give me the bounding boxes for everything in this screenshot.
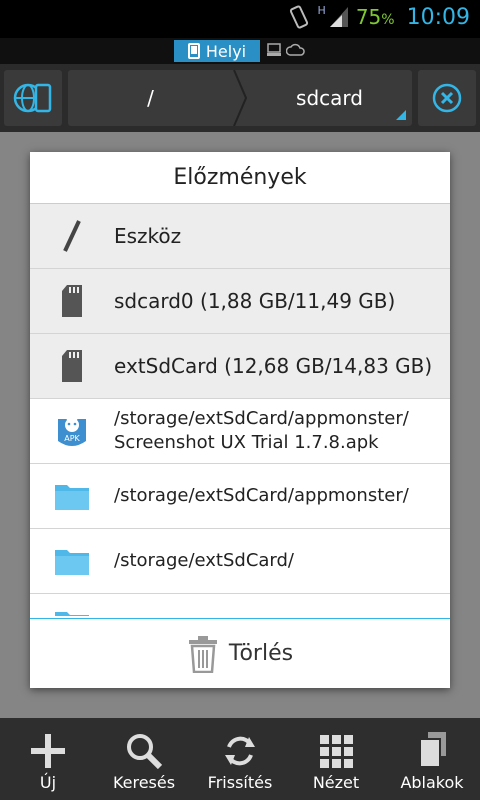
- clear-history-button[interactable]: Törlés: [30, 618, 450, 688]
- apk-icon: APK: [58, 416, 86, 446]
- windows-icon: [419, 732, 446, 768]
- sd-card-icon: [62, 285, 82, 317]
- vibrate-icon: [289, 5, 308, 29]
- status-icons: H 75% 10:09: [286, 4, 470, 30]
- crumb-sdcard-label: sdcard: [296, 86, 363, 110]
- history-item-label: /storage/extSdCard/appmonster/: [114, 485, 409, 506]
- status-bar: H 75% 10:09: [0, 0, 480, 38]
- globe-device-icon: [13, 83, 52, 113]
- new-button[interactable]: Új: [0, 718, 96, 800]
- grid-icon: [320, 735, 353, 768]
- network-type-label: H: [317, 3, 326, 17]
- history-item-folder-appmonster[interactable]: /storage/extSdCard/appmonster/: [30, 464, 450, 529]
- clock: 10:09: [406, 4, 470, 30]
- history-item-label: /storage/extSdCard/appmonster/ Screensho…: [114, 408, 409, 453]
- crumb-root[interactable]: /: [68, 70, 233, 126]
- bottom-action-bar: Új Keresés Frissítés Nézet Ablakok: [0, 718, 480, 800]
- path-breadcrumb: / sdcard: [68, 70, 412, 126]
- crumb-root-label: /: [147, 86, 154, 110]
- battery-level: 75%: [355, 5, 395, 29]
- tab-local[interactable]: Helyi: [174, 40, 260, 62]
- refresh-label: Frissítés: [207, 773, 273, 792]
- history-item-folder-extsdcard[interactable]: /storage/extSdCard/: [30, 529, 450, 594]
- history-item-device[interactable]: Eszköz: [30, 204, 450, 269]
- folder-icon: [55, 550, 89, 575]
- close-button[interactable]: [418, 70, 476, 126]
- history-item-apk[interactable]: APK /storage/extSdCard/appmonster/ Scree…: [30, 399, 450, 464]
- globe-device-button[interactable]: [4, 70, 62, 126]
- tab-extra-icons: [266, 42, 306, 58]
- plus-icon: [31, 734, 65, 768]
- history-item-folder-partial[interactable]: [30, 594, 450, 616]
- sd-card-icon: [62, 350, 82, 382]
- history-dialog: Előzmények Eszköz sdcard0 (1,88 GB/11,49…: [30, 152, 450, 688]
- refresh-button[interactable]: Frissítés: [192, 718, 288, 800]
- window-tab-strip: Helyi: [0, 38, 480, 64]
- windows-button[interactable]: Ablakok: [384, 718, 480, 800]
- history-item-extsdcard[interactable]: extSdCard (12,68 GB/14,83 GB): [30, 334, 450, 399]
- refresh-icon: [225, 736, 255, 766]
- history-item-label: extSdCard (12,68 GB/14,83 GB): [114, 354, 433, 378]
- close-icon: [432, 83, 462, 113]
- search-icon: [127, 734, 162, 769]
- new-label: Új: [39, 773, 57, 792]
- folder-icon: [55, 611, 89, 616]
- breadcrumb-separator-icon: [233, 70, 247, 126]
- history-list: Eszköz sdcard0 (1,88 GB/11,49 GB) extSdC…: [30, 204, 450, 616]
- crumb-sdcard[interactable]: sdcard: [247, 70, 412, 126]
- tab-local-label: Helyi: [205, 41, 247, 61]
- search-button[interactable]: Keresés: [96, 718, 192, 800]
- dropdown-corner-icon: [396, 110, 406, 120]
- history-item-label: /storage/extSdCard/: [114, 550, 294, 571]
- phone-icon: [187, 43, 200, 59]
- history-item-label: sdcard0 (1,88 GB/11,49 GB): [114, 289, 396, 313]
- search-label: Keresés: [112, 773, 176, 792]
- view-button[interactable]: Nézet: [288, 718, 384, 800]
- network-tab-icon[interactable]: [266, 42, 282, 58]
- windows-label: Ablakok: [400, 773, 464, 792]
- folder-icon: [55, 485, 89, 510]
- dialog-title: Előzmények: [30, 152, 450, 204]
- view-label: Nézet: [312, 773, 360, 792]
- clear-history-label: Törlés: [228, 641, 294, 666]
- toolbar: / sdcard: [0, 64, 480, 132]
- cloud-tab-icon[interactable]: [286, 42, 306, 58]
- history-item-label: Eszköz: [114, 224, 182, 248]
- signal-icon: [329, 7, 348, 27]
- slash-icon: [63, 220, 81, 252]
- trash-icon: [188, 635, 217, 673]
- history-item-sdcard0[interactable]: sdcard0 (1,88 GB/11,49 GB): [30, 269, 450, 334]
- svg-text:APK: APK: [64, 434, 80, 443]
